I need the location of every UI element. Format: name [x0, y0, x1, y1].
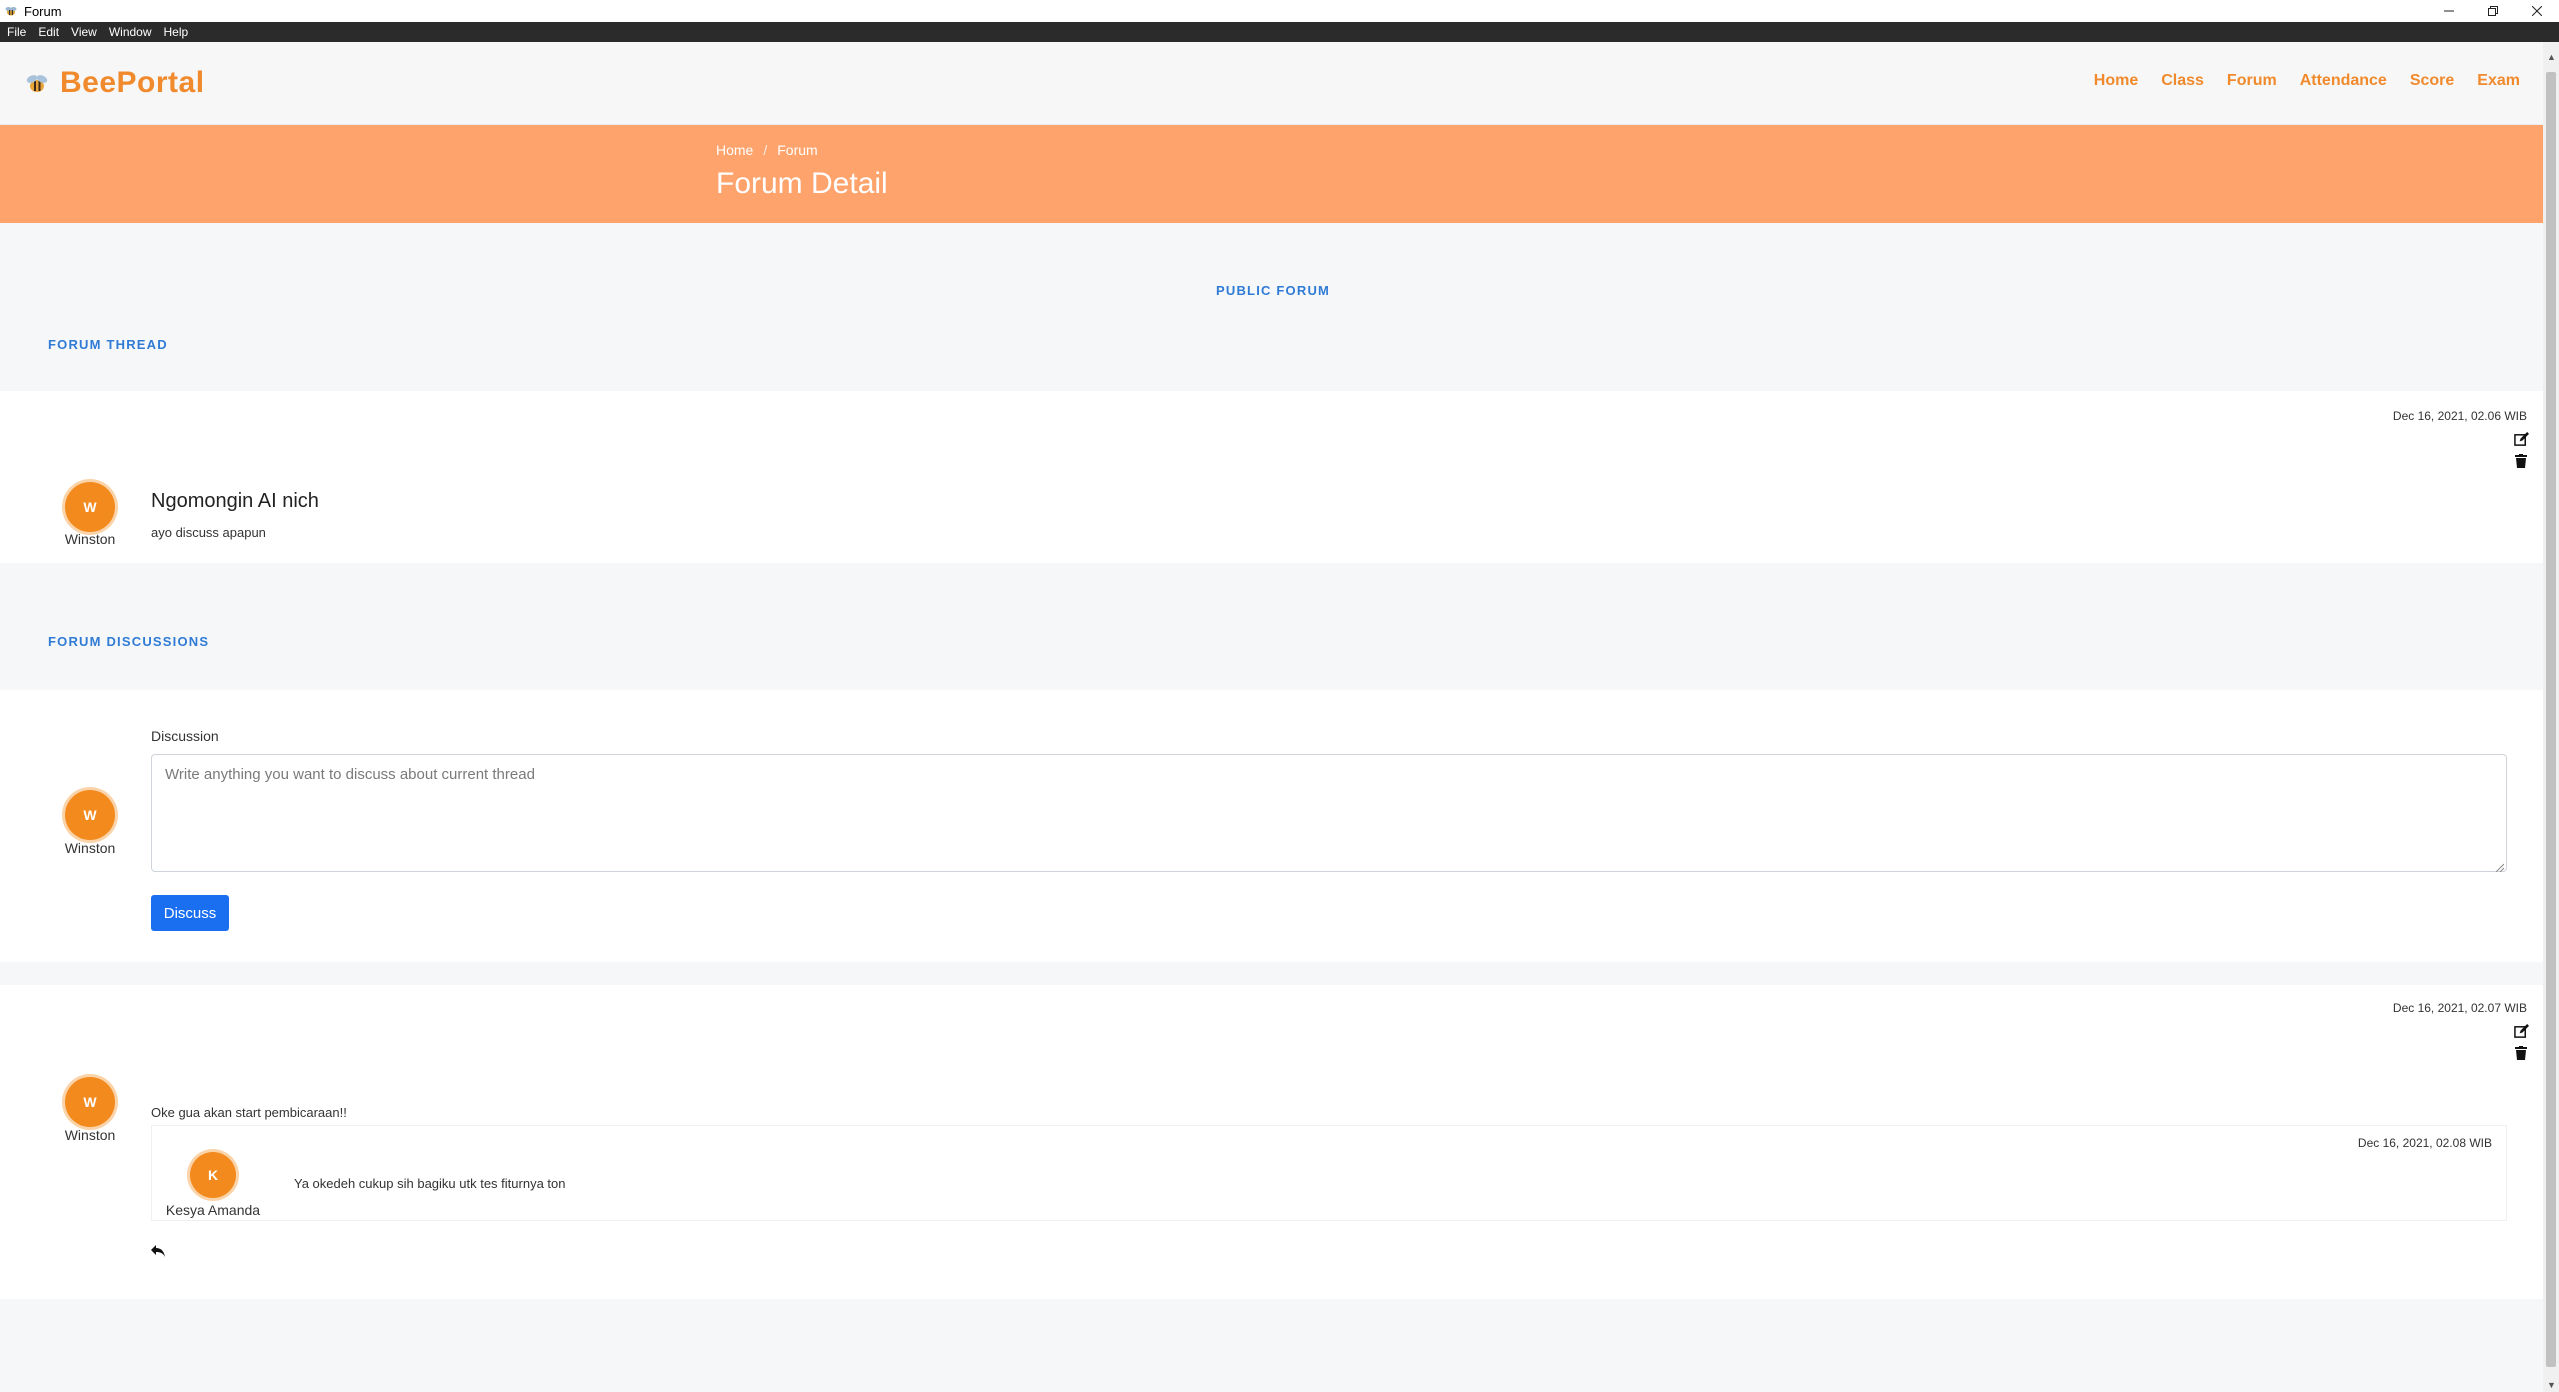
discussion-card: Dec 16, 2021, 02.07 WIB W Winston Oke gu…: [0, 985, 2543, 1299]
close-window-button[interactable]: [2515, 0, 2559, 22]
reply-timestamp: Dec 16, 2021, 02.08 WIB: [2357, 1136, 2492, 1150]
breadcrumb-forum[interactable]: Forum: [777, 142, 817, 158]
menu-view[interactable]: View: [65, 25, 103, 39]
thread-title: Ngomongin AI nich: [151, 490, 319, 512]
composer-author-name: Winston: [64, 840, 116, 856]
nav-score[interactable]: Score: [2410, 72, 2454, 90]
discussion-body: Oke gua akan start pembicaraan!!: [151, 1105, 347, 1120]
public-forum-label: PUBLIC FORUM: [1216, 283, 1331, 298]
nav-class[interactable]: Class: [2161, 72, 2204, 90]
menubar: File Edit View Window Help: [0, 22, 2559, 42]
menu-file[interactable]: File: [0, 25, 32, 39]
trash-icon[interactable]: [2513, 1045, 2529, 1061]
page-scrollbar[interactable]: ▲ ▼: [2543, 42, 2559, 1392]
scrollbar-thumb[interactable]: [2546, 72, 2556, 1367]
edit-icon[interactable]: [2513, 431, 2529, 447]
discussion-textarea[interactable]: Write anything you want to discuss about…: [151, 754, 2507, 873]
page-title: Forum Detail: [716, 167, 888, 200]
thread-timestamp: Dec 16, 2021, 02.06 WIB: [2392, 409, 2527, 423]
avatar: W: [65, 790, 115, 840]
menu-help[interactable]: Help: [158, 25, 195, 39]
bee-icon: [24, 70, 50, 96]
discussion-author-name: Winston: [64, 1127, 116, 1143]
menu-window[interactable]: Window: [103, 25, 158, 39]
minimize-button[interactable]: [2427, 0, 2471, 22]
brand-link[interactable]: BeePortal: [24, 66, 205, 100]
brand-name: BeePortal: [60, 66, 205, 99]
discussion-placeholder: Write anything you want to discuss about…: [165, 766, 535, 783]
scroll-down-icon[interactable]: ▼: [2547, 1380, 2556, 1390]
page-header-banner: Home / Forum Forum Detail: [0, 125, 2543, 223]
reply-body: Ya okedeh cukup sih bagiku utk tes fitur…: [294, 1176, 566, 1191]
restore-button[interactable]: [2471, 0, 2515, 22]
menu-edit[interactable]: Edit: [32, 25, 65, 39]
bee-icon: [4, 4, 18, 18]
trash-icon[interactable]: [2513, 453, 2529, 469]
thread-body: ayo discuss apapun: [151, 525, 266, 540]
navbar: BeePortal Home Class Forum Attendance Sc…: [0, 42, 2543, 125]
window-title: Forum: [24, 3, 62, 19]
thread-card: Dec 16, 2021, 02.06 WIB W Winston Ngomon…: [0, 391, 2543, 563]
reply-icon[interactable]: [150, 1243, 166, 1259]
edit-icon[interactable]: [2513, 1023, 2529, 1039]
avatar: W: [65, 1077, 115, 1127]
avatar: W: [65, 482, 115, 532]
nav-home[interactable]: Home: [2094, 72, 2138, 90]
thread-author-name: Winston: [64, 531, 116, 547]
discussion-composer: W Winston Discussion Write anything you …: [0, 690, 2543, 962]
nav-forum[interactable]: Forum: [2227, 72, 2277, 90]
nav-links: Home Class Forum Attendance Score Exam: [2094, 72, 2543, 90]
window-titlebar: Forum: [0, 0, 2559, 22]
breadcrumb-separator: /: [763, 142, 768, 158]
forum-thread-label: FORUM THREAD: [48, 337, 168, 352]
forum-discussions-label: FORUM DISCUSSIONS: [48, 634, 210, 649]
breadcrumb: Home / Forum: [716, 142, 818, 158]
resize-grip-icon[interactable]: [2494, 859, 2505, 873]
discussion-timestamp: Dec 16, 2021, 02.07 WIB: [2392, 1001, 2527, 1015]
avatar: K: [190, 1152, 236, 1198]
nav-attendance[interactable]: Attendance: [2300, 72, 2387, 90]
scroll-up-icon[interactable]: ▲: [2547, 52, 2556, 62]
nav-exam[interactable]: Exam: [2477, 72, 2520, 90]
discussion-label: Discussion: [151, 728, 219, 744]
discuss-button[interactable]: Discuss: [151, 895, 229, 931]
breadcrumb-home[interactable]: Home: [716, 142, 753, 158]
nested-reply: Dec 16, 2021, 02.08 WIB K Kesya Amanda Y…: [151, 1125, 2507, 1221]
reply-author-name: Kesya Amanda: [165, 1202, 261, 1218]
